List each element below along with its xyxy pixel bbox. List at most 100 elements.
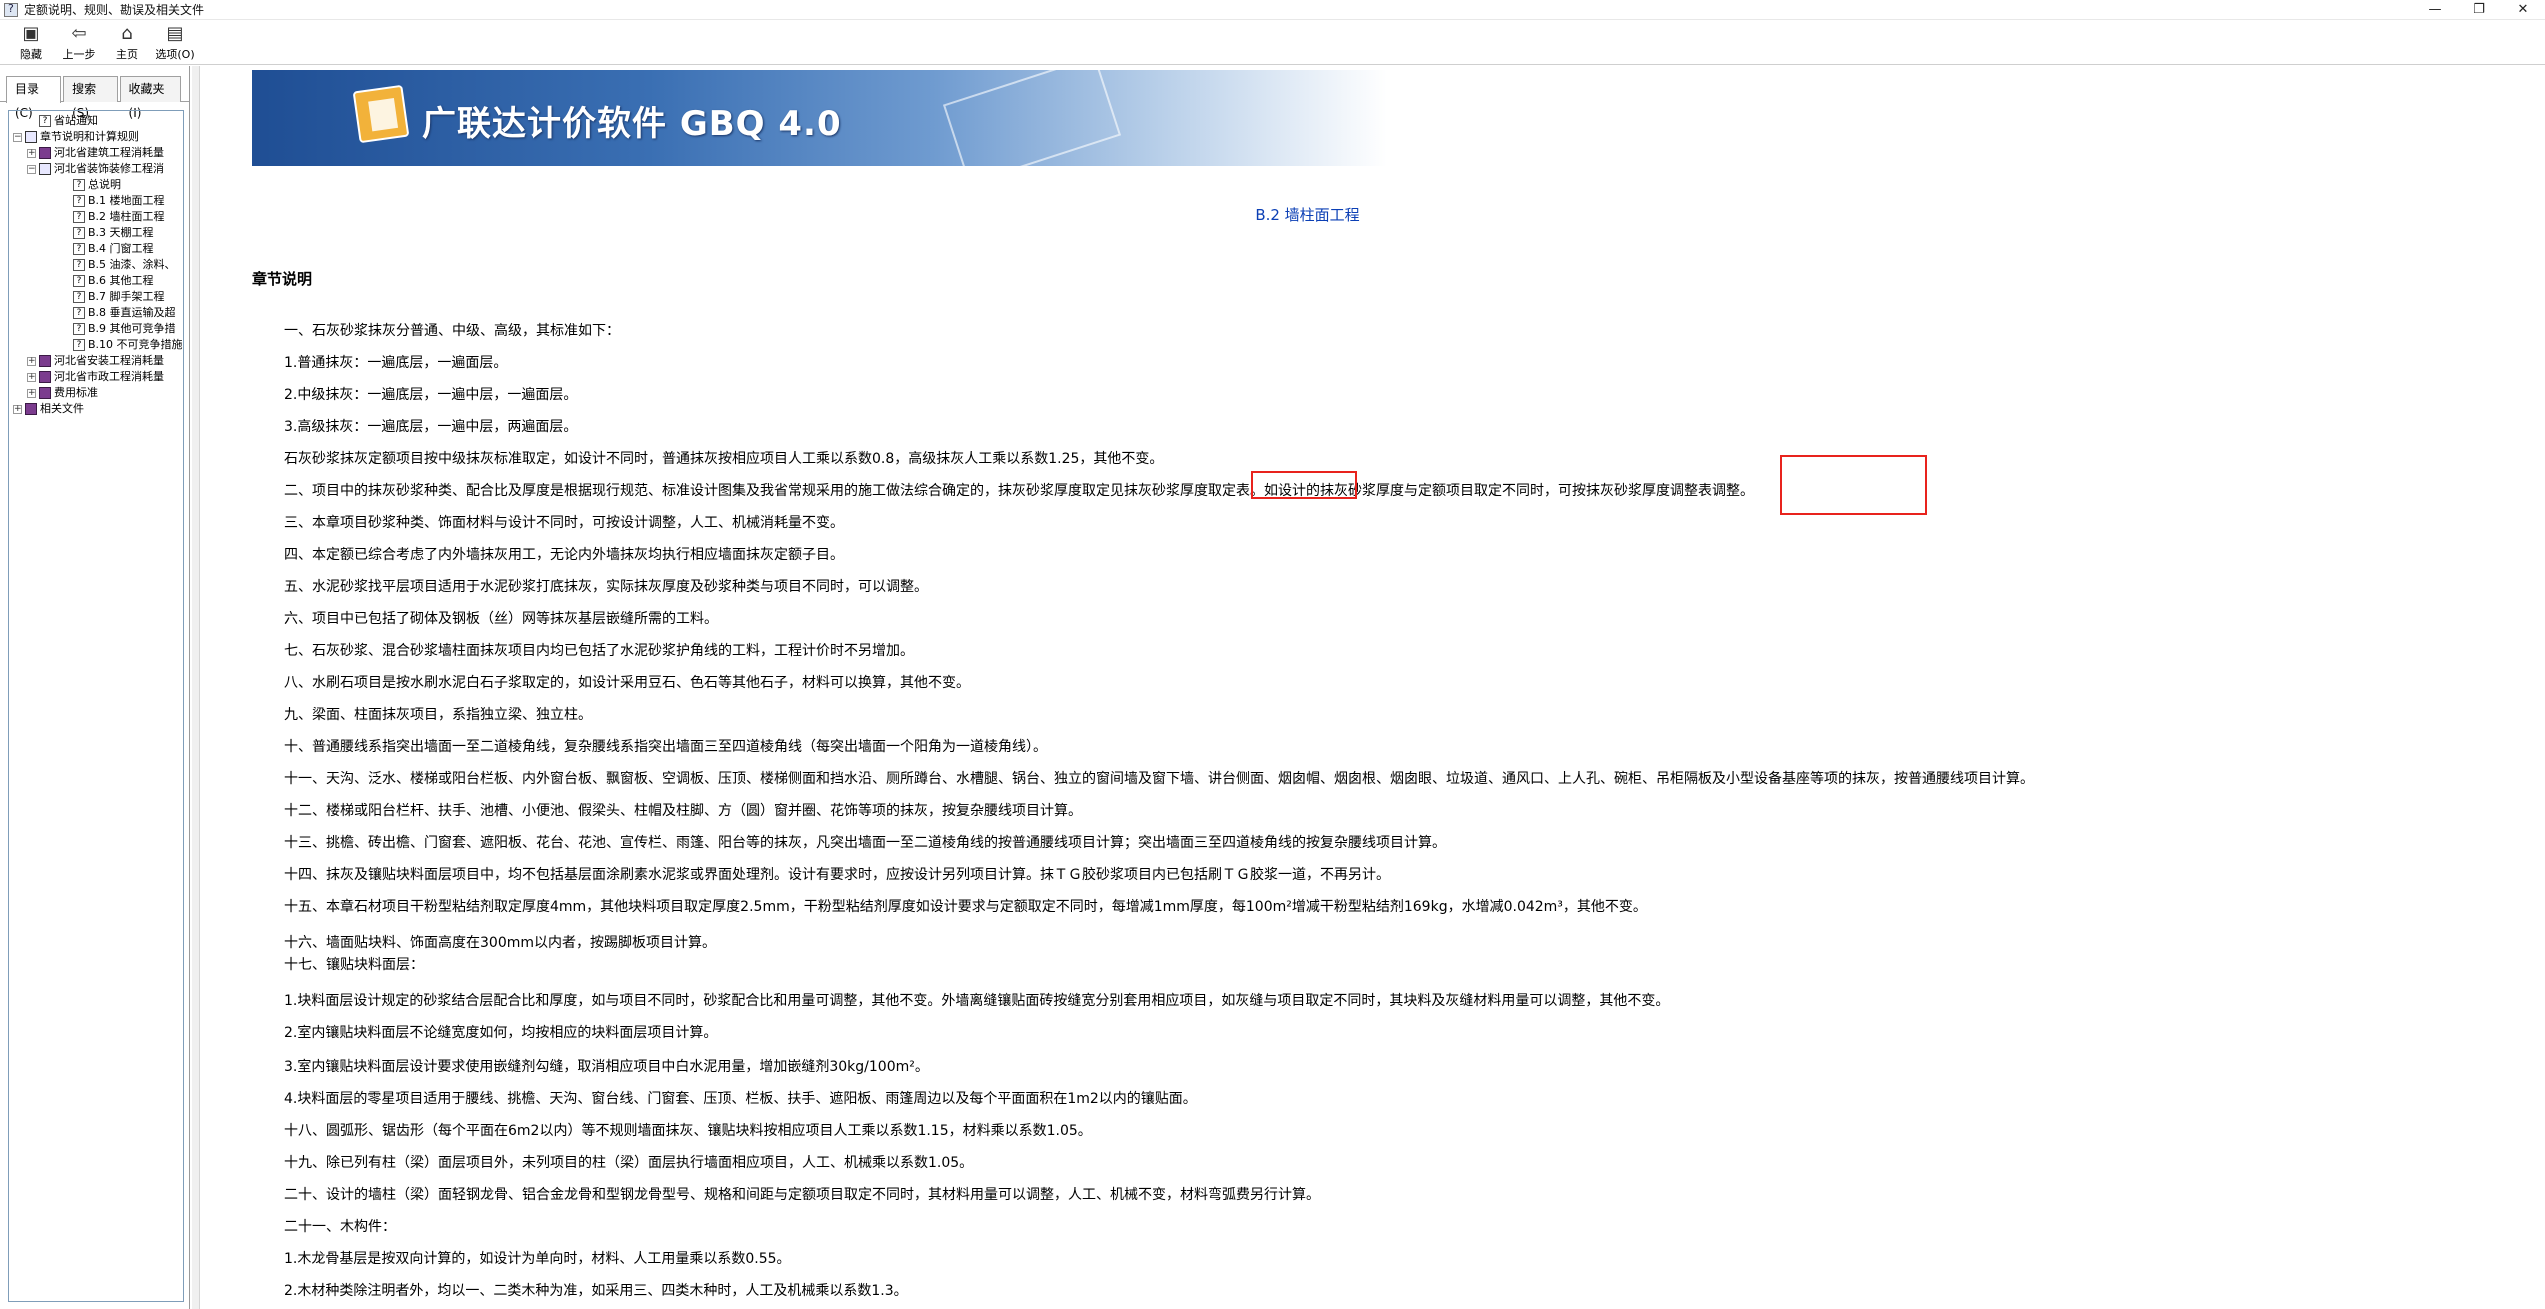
paragraph: 七、石灰砂浆、混合砂浆墙柱面抹灰项目内均已包括了水泥砂浆护角线的工料，工程计价时… xyxy=(284,643,914,659)
expand-toggle-icon[interactable]: + xyxy=(27,356,36,366)
paragraph: 1.木龙骨基层是按双向计算的，如设计为单向时，材料、人工用量乘以系数0.55。 xyxy=(284,1251,791,1267)
book-icon xyxy=(39,147,51,159)
nav-tabs: 目录(C) 搜索(S) 收藏夹(I) xyxy=(0,66,189,120)
navigation-pane: 目录(C) 搜索(S) 收藏夹(I) ? 省站通知 − 章节说明和计算规则 + 河北省建筑… xyxy=(0,66,190,1309)
minimize-button[interactable]: — xyxy=(2413,0,2457,20)
options-button[interactable]: ▤ 选项(O) xyxy=(152,20,198,64)
help-page-icon: ? xyxy=(73,179,85,191)
paragraph: 十、普通腰线系指突出墙面一至二道棱角线，复杂腰线系指突出墙面三至四道棱角线（每突… xyxy=(284,739,1047,755)
help-page-icon: ? xyxy=(73,307,85,319)
back-icon: ⇦ xyxy=(71,23,87,44)
tree-item[interactable]: ? 省站通知 xyxy=(9,113,183,129)
hide-icon: ▣ xyxy=(22,23,40,44)
paragraph: 二十、设计的墙柱（梁）面轻钢龙骨、铝合金龙骨和型钢龙骨型号、规格和间距与定额项目… xyxy=(284,1187,1320,1203)
tree-item[interactable]: ? B.2 墙柱面工程 xyxy=(9,209,183,225)
help-page-icon: ? xyxy=(73,243,85,255)
paragraph: 石灰砂浆抹灰定额项目按中级抹灰标准取定，如设计不同时，普通抹灰按相应项目人工乘以… xyxy=(284,451,1164,467)
tree-item-label: 河北省装饰装修工程消 xyxy=(54,162,164,175)
expand-toggle-icon[interactable]: − xyxy=(27,164,36,174)
tree-item[interactable]: ? B.3 天棚工程 xyxy=(9,225,183,241)
paragraph: 九、梁面、柱面抹灰项目，系指独立梁、独立柱。 xyxy=(284,707,592,723)
back-button[interactable]: ⇦ 上一步 xyxy=(56,20,102,64)
tree-item-label: B.5 油漆、涂料、 xyxy=(88,258,176,271)
tree-item-label: 相关文件 xyxy=(40,402,84,415)
tab-favorites[interactable]: 收藏夹(I) xyxy=(119,76,181,120)
tree-item-label: B.3 天棚工程 xyxy=(88,226,154,239)
expand-toggle-icon[interactable]: + xyxy=(27,372,36,382)
toolbar: ▣ 隐藏 ⇦ 上一步 ⌂ 主页 ▤ 选项(O) xyxy=(0,20,2545,65)
tree-item-label: B.7 脚手架工程 xyxy=(88,290,165,303)
help-page-icon: ? xyxy=(73,211,85,223)
tree-item[interactable]: ? B.6 其他工程 xyxy=(9,273,183,289)
paragraph: 八、水刷石项目是按水刷水泥白石子浆取定的，如设计采用豆石、色石等其他石子，材料可… xyxy=(284,675,970,691)
book-icon xyxy=(39,371,51,383)
glodon-logo xyxy=(352,84,410,144)
tree-item[interactable]: + 河北省市政工程消耗量 xyxy=(9,369,183,385)
tree-item-label: B.2 墙柱面工程 xyxy=(88,210,165,223)
tree-item-label: 费用标准 xyxy=(54,386,98,399)
help-page-icon: ? xyxy=(73,275,85,287)
paragraph: 二、项目中的抹灰砂浆种类、配合比及厚度是根据现行规范、标准设计图集及我省常规采用… xyxy=(284,483,1754,499)
tree-item-label: B.8 垂直运输及超 xyxy=(88,306,176,319)
paragraph: 四、本定额已综合考虑了内外墙抹灰用工，无论内外墙抹灰均执行相应墙面抹灰定额子目。 xyxy=(284,547,844,563)
tree-item[interactable]: − 河北省装饰装修工程消 xyxy=(9,161,183,177)
tree-item[interactable]: ? B.4 门窗工程 xyxy=(9,241,183,257)
help-app-icon xyxy=(4,2,18,17)
help-page-icon: ? xyxy=(73,259,85,271)
help-page-icon: ? xyxy=(73,227,85,239)
tree-item-label: 河北省安装工程消耗量 xyxy=(54,354,164,367)
tree-item[interactable]: + 相关文件 xyxy=(9,401,183,417)
tree-item-label: B.4 门窗工程 xyxy=(88,242,154,255)
paragraph: 十八、圆弧形、锯齿形（每个平面在6m2以内）等不规则墙面抹灰、镶贴块料按相应项目… xyxy=(284,1123,1092,1139)
paragraph: 六、项目中已包括了砌体及钢板（丝）网等抹灰基层嵌缝所需的工料。 xyxy=(284,611,718,627)
restore-button[interactable]: ❐ xyxy=(2457,0,2501,20)
help-page-icon: ? xyxy=(73,323,85,335)
tree-item[interactable]: ? B.1 楼地面工程 xyxy=(9,193,183,209)
options-icon: ▤ xyxy=(166,23,184,44)
tab-search[interactable]: 搜索(S) xyxy=(63,76,118,120)
paragraph: 2.室内镶贴块料面层不论缝宽度如何，均按相应的块料面层项目计算。 xyxy=(284,1025,718,1041)
close-button[interactable]: ✕ xyxy=(2501,0,2545,20)
tree-item-label: B.10 不可竞争措施 xyxy=(88,338,183,351)
contents-tree: ? 省站通知 − 章节说明和计算规则 + 河北省建筑工程消耗量 − 河北省装饰装修工程消? 总说… xyxy=(8,110,184,1302)
paragraph: 五、水泥砂浆找平层项目适用于水泥砂浆打底抹灰，实际抹灰厚度及砂浆种类与项目不同时… xyxy=(284,579,928,595)
expand-toggle-icon[interactable]: + xyxy=(27,148,36,158)
tree-item[interactable]: ? B.8 垂直运输及超 xyxy=(9,305,183,321)
book-icon xyxy=(39,163,51,175)
tree-item[interactable]: + 费用标准 xyxy=(9,385,183,401)
home-button[interactable]: ⌂ 主页 xyxy=(104,20,150,64)
paragraph: 十六、墙面贴块料、饰面高度在300mm以内者，按踢脚板项目计算。 xyxy=(284,935,716,951)
tree-item-label: 河北省市政工程消耗量 xyxy=(54,370,164,383)
book-icon xyxy=(39,387,51,399)
expand-toggle-icon[interactable]: + xyxy=(13,404,22,414)
home-icon: ⌂ xyxy=(121,23,133,44)
expand-toggle-icon[interactable]: − xyxy=(13,132,22,142)
tree-item[interactable]: ? B.10 不可竞争措施 xyxy=(9,337,183,353)
paragraph: 十一、天沟、泛水、楼梯或阳台栏板、内外窗台板、飘窗板、空调板、压顶、楼梯侧面和挡… xyxy=(284,771,2034,787)
tree-item-label: 省站通知 xyxy=(54,114,98,127)
paragraph: 十三、挑檐、砖出檐、门窗套、遮阳板、花台、花池、宣传栏、雨篷、阳台等的抹灰，凡突… xyxy=(284,835,1446,851)
tree-item[interactable]: + 河北省安装工程消耗量 xyxy=(9,353,183,369)
hide-button[interactable]: ▣ 隐藏 xyxy=(8,20,54,64)
expand-toggle-icon[interactable]: + xyxy=(27,388,36,398)
tree-item-label: B.6 其他工程 xyxy=(88,274,154,287)
paragraph: 三、本章项目砂浆种类、饰面材料与设计不同时，可按设计调整，人工、机械消耗量不变。 xyxy=(284,515,844,531)
tree-item[interactable]: ? B.9 其他可竞争措 xyxy=(9,321,183,337)
banner-title: 广联达计价软件 GBQ 4.0 xyxy=(422,104,842,144)
tree-item[interactable]: + 河北省建筑工程消耗量 xyxy=(9,145,183,161)
tree-item[interactable]: ? B.7 脚手架工程 xyxy=(9,289,183,305)
tree-item[interactable]: ? B.5 油漆、涂料、 xyxy=(9,257,183,273)
section-title: B.2 墙柱面工程 xyxy=(1255,206,1360,224)
splitter-bar[interactable] xyxy=(192,66,200,1309)
tree-item[interactable]: − 章节说明和计算规则 xyxy=(9,129,183,145)
paragraph: 十七、镶贴块料面层： xyxy=(284,957,424,973)
help-page-icon: ? xyxy=(73,195,85,207)
tree-item[interactable]: ? 总说明 xyxy=(9,177,183,193)
paragraph: 十九、除已列有柱（梁）面层项目外，未列项目的柱（梁）面层执行墙面相应项目，人工、… xyxy=(284,1155,974,1171)
highlight-box-adjust-table xyxy=(1780,455,1927,515)
paragraph: 二十一、木构件： xyxy=(284,1219,396,1235)
help-page-icon: ? xyxy=(73,291,85,303)
tab-contents[interactable]: 目录(C) xyxy=(6,76,62,120)
paragraph: 2.中级抹灰：一遍底层，一遍中层，一遍面层。 xyxy=(284,387,578,403)
tree-item-label: 总说明 xyxy=(88,178,121,191)
